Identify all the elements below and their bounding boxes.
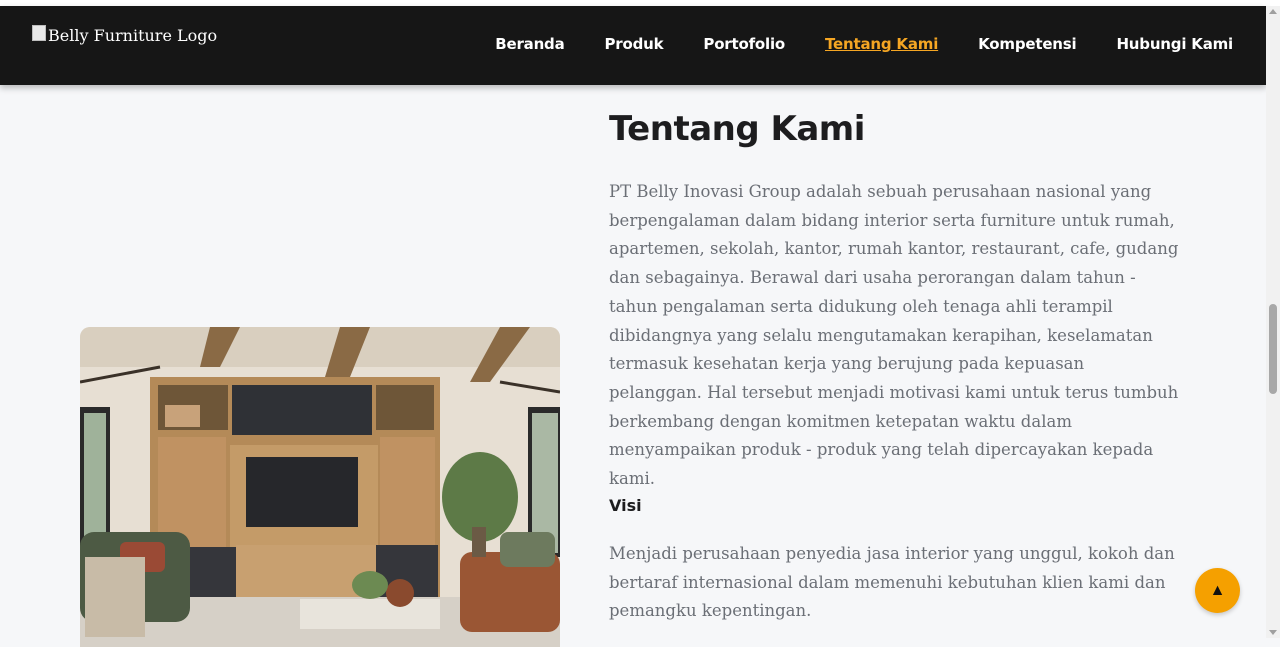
page-scrollbar[interactable]: [1266, 6, 1280, 638]
nav-link-beranda[interactable]: Beranda: [495, 35, 564, 53]
nav-link-hubungi-kami[interactable]: Hubungi Kami: [1116, 35, 1233, 53]
living-room-photo: [80, 327, 560, 647]
logo-alt-text: Belly Furniture Logo: [48, 26, 218, 45]
scroll-up-icon[interactable]: [1269, 9, 1277, 14]
scrollbar-thumb[interactable]: [1269, 304, 1277, 394]
main-nav: Beranda Produk Portofolio Tentang Kami K…: [495, 35, 1233, 53]
visi-heading: Visi: [609, 496, 642, 515]
scroll-down-icon[interactable]: [1269, 630, 1277, 635]
site-logo[interactable]: Belly Furniture Logo: [32, 24, 218, 45]
broken-image-icon: [32, 24, 46, 41]
page-title: Tentang Kami: [609, 109, 865, 149]
about-description: PT Belly Inovasi Group adalah sebuah per…: [609, 182, 1179, 489]
site-navbar: Belly Furniture Logo Beranda Produk Port…: [0, 6, 1266, 85]
nav-link-tentang-kami[interactable]: Tentang Kami: [825, 35, 938, 53]
visi-text: Menjadi perusahaan penyedia jasa interio…: [609, 544, 1175, 621]
nav-link-kompetensi[interactable]: Kompetensi: [978, 35, 1077, 53]
scroll-to-top-button[interactable]: ▲: [1195, 568, 1240, 613]
arrow-up-icon: ▲: [1209, 581, 1226, 599]
about-section: Tentang Kami PT Belly Inovasi Group adal…: [0, 85, 1266, 647]
nav-link-portofolio[interactable]: Portofolio: [703, 35, 785, 53]
nav-link-produk[interactable]: Produk: [605, 35, 664, 53]
